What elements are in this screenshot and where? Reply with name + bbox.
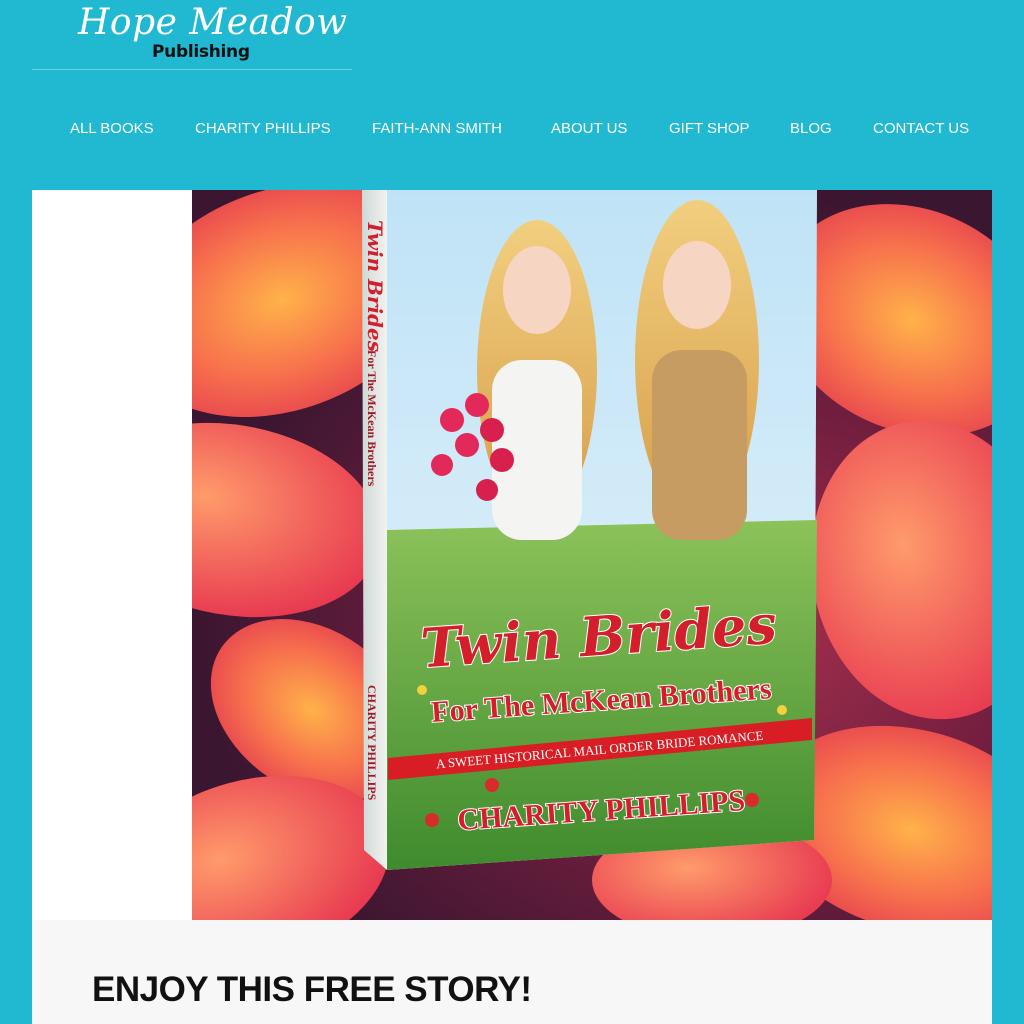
spine-title: Twin Brides <box>363 220 387 352</box>
spine-author: CHARITY PHILLIPS <box>365 685 379 801</box>
nav-about-us[interactable]: ABOUT US <box>551 120 627 137</box>
nav-all-books[interactable]: ALL BOOKS <box>70 120 154 137</box>
nav-blog[interactable]: BLOG <box>790 120 832 137</box>
hero-image: Twin Brides For The McKean Brothers A SW… <box>192 190 992 920</box>
nav-gift-shop[interactable]: GIFT SHOP <box>669 120 750 137</box>
logo-sub-text: Publishing <box>152 42 250 62</box>
main-nav: ALL BOOKS CHARITY PHILLIPS FAITH-ANN SMI… <box>0 120 1024 142</box>
spine-subtitle: For The McKean Brothers <box>365 350 379 487</box>
content-panel: Twin Brides For The McKean Brothers A SW… <box>32 190 992 1024</box>
logo-script-text: Hope Meadow <box>78 2 348 43</box>
hero-illustration: Twin Brides For The McKean Brothers A SW… <box>192 190 992 920</box>
nav-faith-ann-smith[interactable]: FAITH-ANN SMITH <box>372 120 502 137</box>
nav-charity-phillips[interactable]: CHARITY PHILLIPS <box>195 120 331 137</box>
site-logo[interactable]: Hope Meadow Publishing <box>32 0 352 70</box>
free-story-heading: ENJOY THIS FREE STORY! <box>92 970 532 1009</box>
free-story-section: ENJOY THIS FREE STORY! <box>32 920 992 1024</box>
nav-contact-us[interactable]: CONTACT US <box>873 120 969 137</box>
